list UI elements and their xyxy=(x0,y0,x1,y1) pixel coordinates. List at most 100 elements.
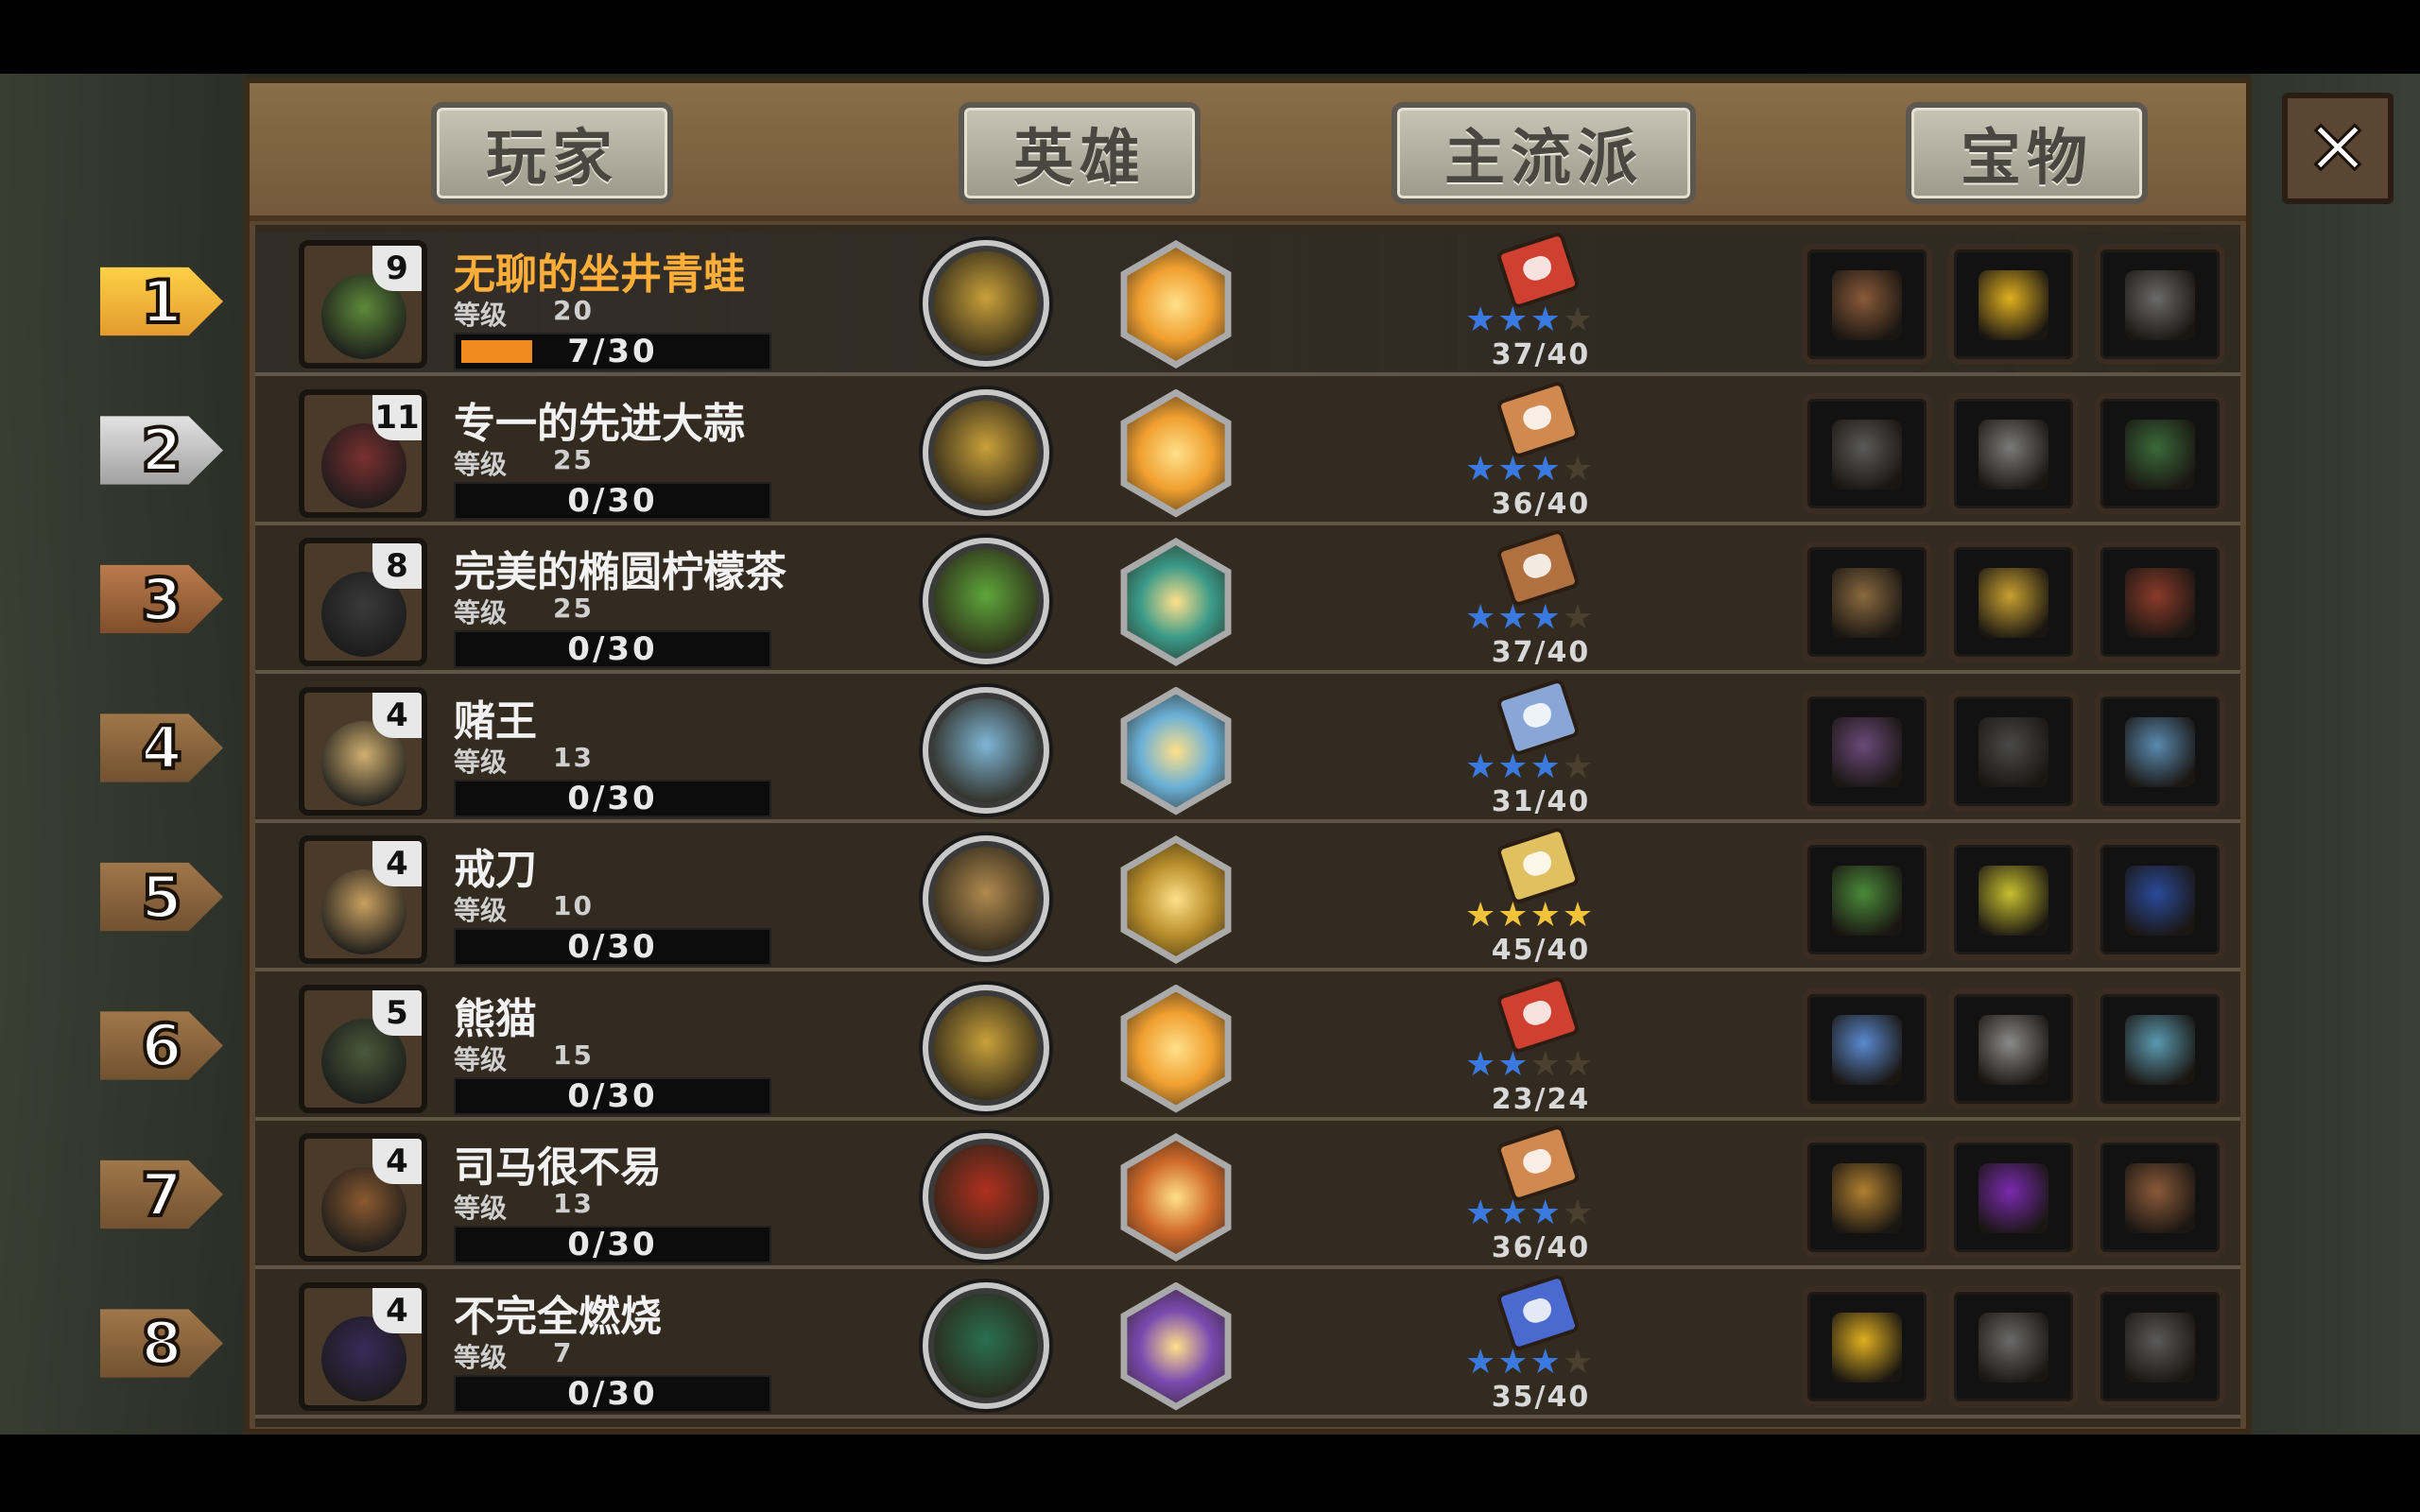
treasure-slot[interactable] xyxy=(1802,1137,1932,1258)
tab-player[interactable]: 玩家 xyxy=(431,102,673,204)
rank-level-badge: 9 xyxy=(372,246,422,291)
kunai-icon xyxy=(1127,1289,1225,1403)
spirit-swirl-icon[interactable] xyxy=(923,686,1049,814)
rank-level-badge: 5 xyxy=(372,989,422,1036)
treasure-slot[interactable] xyxy=(1948,690,2079,812)
green-boot-icon[interactable] xyxy=(923,1281,1049,1409)
player-avatar[interactable]: 9 xyxy=(299,240,427,369)
treasure-slot[interactable] xyxy=(2095,1285,2225,1407)
treasure-slot[interactable] xyxy=(1802,839,1932,960)
treasure-slot[interactable] xyxy=(1948,1285,2079,1407)
table-row[interactable]: 4 4 赌王 等级 13 0/30 ★★★★ 31/40 xyxy=(0,677,2420,823)
star-icon: ★ xyxy=(1530,1194,1563,1232)
gold-coins-icon[interactable] xyxy=(923,240,1049,367)
tab-hero[interactable]: 英雄 xyxy=(959,102,1201,204)
player-avatar[interactable]: 4 xyxy=(299,1281,427,1411)
letterbox-top xyxy=(0,0,2420,74)
gold-coins-icon[interactable] xyxy=(923,984,1049,1111)
close-button[interactable]: ✕ xyxy=(2282,93,2394,204)
sand-bag-icon[interactable] xyxy=(923,835,1049,962)
xp-bar: 0/30 xyxy=(454,1226,771,1263)
xp-text: 0/30 xyxy=(567,1226,658,1263)
treasure-slot[interactable] xyxy=(1802,541,1932,662)
table-row[interactable]: 6 5 熊猫 等级 15 0/30 ★★★★ 23/24 xyxy=(0,974,2420,1121)
player-avatar[interactable]: 4 xyxy=(299,835,427,964)
scales-icon xyxy=(1979,1312,2048,1383)
ice-crystal-icon xyxy=(1127,694,1225,808)
treasure-slot[interactable] xyxy=(2095,1137,2225,1258)
treasure-slot[interactable] xyxy=(1948,839,2079,960)
star-icon: ★ xyxy=(1465,598,1498,637)
star-icon: ★ xyxy=(1562,1342,1596,1382)
star-rating: ★★★★ xyxy=(1465,301,1595,339)
star-icon: ★ xyxy=(1530,896,1563,935)
treasure-slot[interactable] xyxy=(2095,541,2225,662)
table-row[interactable]: 3 8 完美的椭圆柠檬茶 等级 25 0/30 ★★★★ 37/40 xyxy=(0,528,2420,674)
money-pile-icon[interactable] xyxy=(923,538,1049,664)
star-icon: ★ xyxy=(1530,1342,1563,1382)
treasure-slot[interactable] xyxy=(2095,690,2225,812)
star-rating: ★★★★ xyxy=(1465,1045,1595,1084)
horned-helmet-icon xyxy=(1832,419,1902,490)
treasure-slot[interactable] xyxy=(1948,392,2079,514)
ink-scroll-icon xyxy=(2125,419,2195,490)
coin-star-icon xyxy=(1127,248,1225,361)
level-label: 等级 xyxy=(454,1043,508,1075)
player-avatar[interactable]: 4 xyxy=(299,1133,427,1262)
player-avatar[interactable]: 4 xyxy=(299,686,427,816)
gold-coins-icon[interactable] xyxy=(923,388,1049,516)
player-name: 无聊的坐井青蛙 xyxy=(454,250,745,299)
player-avatar[interactable]: 11 xyxy=(299,388,427,518)
table-row[interactable]: 2 11 专一的先进大蒜 等级 25 0/30 ★★★★ 36/40 xyxy=(0,379,2420,525)
xp-text: 0/30 xyxy=(567,779,658,817)
table-row[interactable]: 1 9 无聊的坐井青蛙 等级 20 7/30 ★★★★ 37/40 xyxy=(0,231,2420,376)
treasure-slot[interactable] xyxy=(1802,244,1932,365)
treasure-slot[interactable] xyxy=(1802,1285,1932,1407)
star-icon: ★ xyxy=(1562,301,1596,339)
star-icon: ★ xyxy=(1530,1044,1563,1084)
table-row[interactable]: 8 4 不完全燃烧 等级 7 0/30 ★★★★ 35/40 xyxy=(0,1272,2420,1418)
treasure-slot[interactable] xyxy=(2095,392,2225,514)
coin-star-icon xyxy=(1127,396,1225,510)
treasure-slot[interactable] xyxy=(1802,988,1932,1109)
treasure-slot[interactable] xyxy=(2095,988,2225,1109)
treasure-slot[interactable] xyxy=(1802,690,1932,812)
hero-score: 23/24 xyxy=(1491,1082,1591,1116)
treasure-slot[interactable] xyxy=(2095,244,2225,365)
player-name: 专一的先进大蒜 xyxy=(454,399,745,448)
treasure-slot[interactable] xyxy=(1948,988,2079,1109)
level-label: 等级 xyxy=(454,448,508,480)
rank-level-badge: 11 xyxy=(372,394,422,440)
xp-bar: 7/30 xyxy=(454,333,771,370)
treasure-slot[interactable] xyxy=(1802,392,1932,514)
rank-badge: 5 xyxy=(100,862,223,932)
tab-main-faction[interactable]: 主流派 xyxy=(1392,102,1696,204)
player-avatar[interactable]: 5 xyxy=(299,984,427,1113)
treasure-slot[interactable] xyxy=(1948,541,2079,662)
blood-drop-icon[interactable] xyxy=(923,1133,1049,1260)
tab-treasure[interactable]: 宝物 xyxy=(1906,102,2148,204)
star-icon: ★ xyxy=(1465,449,1498,489)
star-icon: ★ xyxy=(1530,747,1563,786)
level-label: 等级 xyxy=(454,1341,508,1373)
rank-badge: 2 xyxy=(100,416,223,485)
table-row[interactable]: 7 4 司马很不易 等级 13 0/30 ★★★★ 36/40 xyxy=(0,1124,2420,1269)
star-rating: ★★★★ xyxy=(1465,1343,1595,1382)
horned-helmet-icon xyxy=(2125,568,2195,638)
player-name: 熊猫 xyxy=(454,994,537,1043)
treasure-sack-icon xyxy=(1127,843,1225,956)
cash-stack-icon xyxy=(1832,1014,1902,1085)
star-icon: ★ xyxy=(1530,301,1563,339)
xp-bar: 0/30 xyxy=(454,630,771,668)
treasure-slot[interactable] xyxy=(1948,1137,2079,1258)
ring-icon xyxy=(1832,716,1902,787)
table-row[interactable]: 5 4 戒刀 等级 10 0/30 ★★★★ 45/40 xyxy=(0,826,2420,971)
star-icon: ★ xyxy=(1562,1194,1596,1232)
treasure-slot[interactable] xyxy=(2095,839,2225,960)
player-avatar[interactable]: 8 xyxy=(299,538,427,666)
star-icon: ★ xyxy=(1465,1194,1498,1232)
star-rating: ★★★★ xyxy=(1465,747,1595,786)
star-icon: ★ xyxy=(1497,1342,1530,1382)
treasure-slot[interactable] xyxy=(1948,244,2079,365)
rank-level-badge: 4 xyxy=(372,1139,422,1184)
